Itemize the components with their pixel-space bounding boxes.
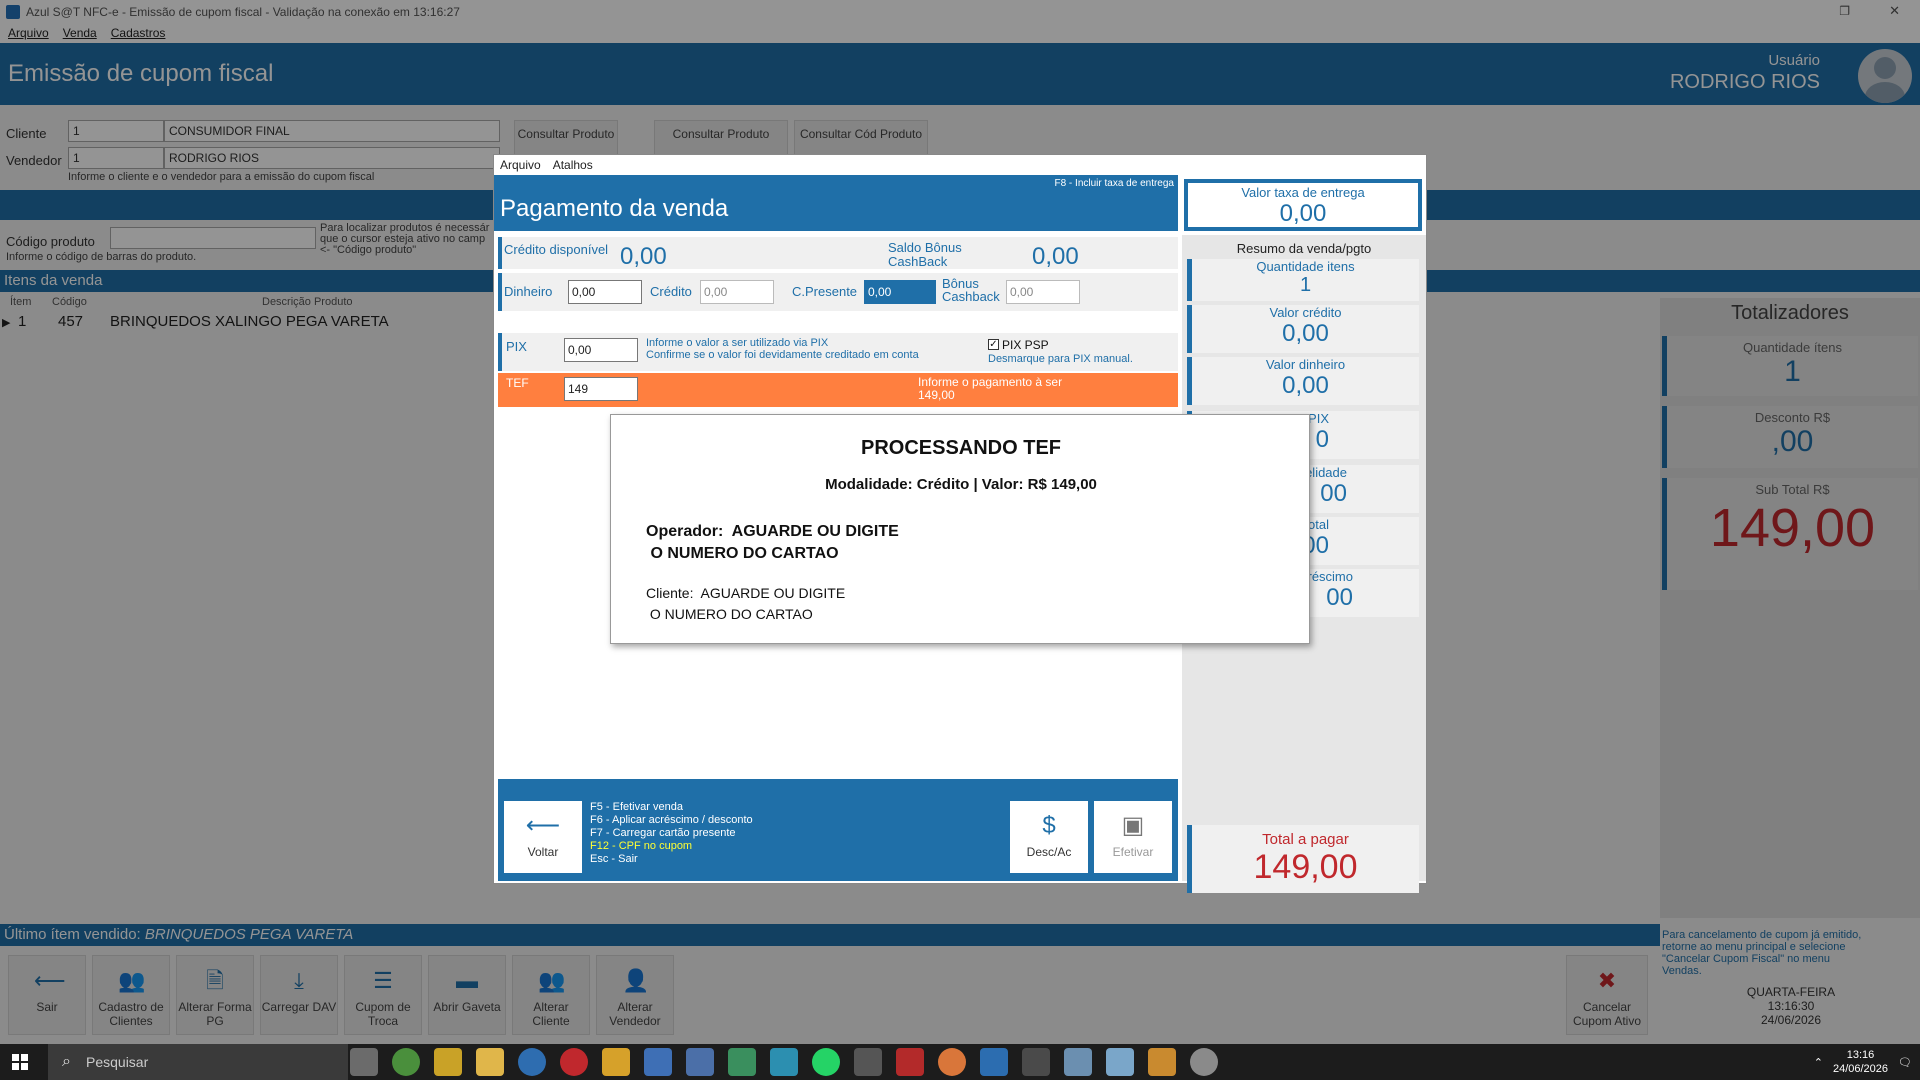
taskbar-date: 24/06/2026 — [1832, 1063, 1889, 1075]
sum-credit-label: Valor crédito — [1269, 305, 1342, 320]
summary-title: Resumo da venda/pgto — [1236, 241, 1372, 256]
explorer-icon[interactable] — [476, 1048, 504, 1076]
dialog-menu-atalhos[interactable]: Atalhos — [553, 158, 593, 172]
taskbar-search[interactable]: ⌕ Pesquisar — [48, 1044, 348, 1080]
voltar-button[interactable]: ⟵ Voltar — [504, 801, 582, 873]
app-icon-4[interactable] — [686, 1048, 714, 1076]
pix-label: PIX — [506, 339, 527, 354]
desc-ac-button[interactable]: $ Desc/Ac — [1010, 801, 1088, 873]
tef-label: TEF — [506, 376, 529, 390]
cpresente-input[interactable]: 0,00 — [864, 280, 936, 304]
sum-cash-label: Valor dinheiro — [1265, 357, 1346, 372]
app-icon-6[interactable] — [770, 1048, 798, 1076]
app-icon-8[interactable] — [980, 1048, 1008, 1076]
app-icon-1[interactable] — [518, 1048, 546, 1076]
filezilla-icon[interactable] — [896, 1048, 924, 1076]
tef-popup-cliente: Cliente: AGUARDE OU DIGITE O NUMERO DO C… — [646, 585, 846, 622]
dialog-title: Pagamento da venda — [500, 195, 729, 222]
taskbar-clock[interactable]: 13:16 24/06/2026 — [1833, 1048, 1888, 1076]
taskview-icon[interactable] — [350, 1048, 378, 1076]
dialog-menubar: Arquivo Atalhos — [494, 155, 1428, 175]
delivery-fee-box[interactable]: Valor taxa de entrega 0,00 — [1184, 179, 1422, 231]
total-label: Total a pagar — [1262, 831, 1349, 848]
shortcut-list: F5 - Efetivar venda F6 - Aplicar acrésci… — [590, 801, 753, 866]
app-icon-2[interactable] — [602, 1048, 630, 1076]
sum-credit-box: Valor crédito 0,00 — [1187, 305, 1419, 353]
tef-info-2: 149,00 — [918, 388, 955, 402]
dinheiro-input[interactable]: 0,00 — [568, 280, 642, 304]
chrome-icon[interactable] — [392, 1048, 420, 1076]
tef-popup-title: PROCESSANDO TEF — [860, 437, 1062, 459]
sum-cash-value: 0,00 — [1282, 372, 1329, 399]
shortcut-f6: F6 - Aplicar acréscimo / desconto — [590, 814, 753, 826]
rad-icon[interactable] — [560, 1048, 588, 1076]
whatsapp-icon[interactable] — [812, 1048, 840, 1076]
payment-inputs-row: Dinheiro 0,00 Crédito 0,00 C.Presente 0,… — [498, 273, 1178, 311]
credito-disponivel-value: 0,00 — [620, 243, 667, 270]
lock-icon[interactable] — [434, 1048, 462, 1076]
credit-row: Crédito disponível 0,00 Saldo Bônus Cash… — [498, 237, 1178, 270]
app-icon-5[interactable] — [728, 1048, 756, 1076]
shortcut-f7: F7 - Carregar cartão presente — [590, 827, 736, 839]
pix-info-2: Confirme se o valor foi devidamente cred… — [646, 349, 919, 361]
cart-icon[interactable] — [1022, 1048, 1050, 1076]
search-icon: ⌕ — [62, 1053, 71, 1070]
taskbar: ⌕ Pesquisar ⌃ 13:16 24/06/2026 🗨 — [0, 1044, 1920, 1080]
bonus-cashback-input[interactable]: 0,00 — [1006, 280, 1080, 304]
dialog-header: Pagamento da venda F8 - Incluir taxa de … — [494, 175, 1178, 231]
cpresente-label: C.Presente — [792, 284, 858, 299]
delivery-fee-label: Valor taxa de entrega — [1241, 185, 1365, 200]
shortcut-esc: Esc - Sair — [590, 853, 638, 865]
app-icon-9[interactable] — [1064, 1048, 1092, 1076]
pix-row: PIX 0,00 Informe o valor a ser utilizado… — [498, 333, 1178, 371]
app-icon-12[interactable] — [1190, 1048, 1218, 1076]
register-icon: ▣ — [1121, 812, 1145, 839]
bonus-cashback-label: Bônus Cashback — [942, 276, 1000, 304]
total-value: 149,00 — [1253, 848, 1358, 886]
taskbar-apps — [350, 1048, 1218, 1076]
sum-credit-value: 0,00 — [1282, 320, 1329, 347]
saldo-bonus-value: 0,00 — [1032, 243, 1079, 270]
app-icon-7[interactable] — [938, 1048, 966, 1076]
credito-disponivel-label: Crédito disponível — [504, 242, 609, 257]
delivery-fee-value: 0,00 — [1279, 200, 1327, 227]
pix-psp-hint: Desmarque para PIX manual. — [988, 353, 1133, 365]
credito-label: Crédito — [650, 284, 692, 299]
tray-chevron-icon[interactable]: ⌃ — [1814, 1056, 1823, 1069]
teamviewer-icon[interactable] — [854, 1048, 882, 1076]
pix-psp-checkbox[interactable]: ✓ — [988, 339, 999, 350]
sum-qty-label: Quantidade itens — [1256, 259, 1355, 274]
sum-cash-box: Valor dinheiro 0,00 — [1187, 357, 1419, 405]
tef-popup-modalidade: Modalidade: Crédito | Valor: R$ 149,00 — [825, 476, 1097, 493]
tef-row: TEF 149 Informe o pagamento à ser 149,00 — [498, 373, 1178, 407]
pix-input[interactable]: 0,00 — [564, 338, 638, 362]
shortcut-f12: F12 - CPF no cupom — [590, 840, 693, 852]
tef-processing-popup: PROCESSANDO TEF Modalidade: Crédito | Va… — [610, 414, 1310, 644]
system-tray: ⌃ 13:16 24/06/2026 🗨 — [1814, 1046, 1912, 1078]
search-placeholder: Pesquisar — [86, 1054, 149, 1070]
taskbar-time: 13:16 — [1846, 1049, 1875, 1061]
app-icon-11[interactable] — [1148, 1048, 1176, 1076]
arrow-left-icon: ⟵ — [525, 812, 561, 839]
app-icon-3[interactable] — [644, 1048, 672, 1076]
tef-input[interactable]: 149 — [564, 377, 638, 401]
sum-qty-box: Quantidade itens 1 — [1187, 259, 1419, 301]
credito-input[interactable]: 0,00 — [700, 280, 774, 304]
pix-info-1: Informe o valor a ser utilizado via PIX — [646, 337, 829, 349]
f8-hint: F8 - Incluir taxa de entrega — [1054, 178, 1174, 189]
notification-icon[interactable]: 🗨 — [1898, 1056, 1912, 1069]
saldo-bonus-label: Saldo Bônus CashBack — [888, 240, 962, 269]
windows-start-icon[interactable] — [12, 1054, 28, 1070]
tef-popup-operador: Operador: AGUARDE OU DIGITE O NUMERO DO … — [646, 523, 899, 562]
total-box: Total a pagar 149,00 — [1187, 825, 1419, 893]
app-icon-10[interactable] — [1106, 1048, 1134, 1076]
efetivar-button[interactable]: ▣ Efetivar — [1094, 801, 1172, 873]
pix-psp-label: PIX PSP — [1002, 338, 1049, 352]
shortcut-f5: F5 - Efetivar venda — [590, 801, 683, 813]
sum-qty-value: 1 — [1299, 274, 1312, 296]
dialog-menu-arquivo[interactable]: Arquivo — [500, 158, 541, 172]
discount-icon: $ — [1042, 812, 1056, 839]
dinheiro-label: Dinheiro — [504, 284, 553, 299]
dialog-footer: ⟵ Voltar F5 - Efetivar venda F6 - Aplica… — [498, 779, 1178, 881]
